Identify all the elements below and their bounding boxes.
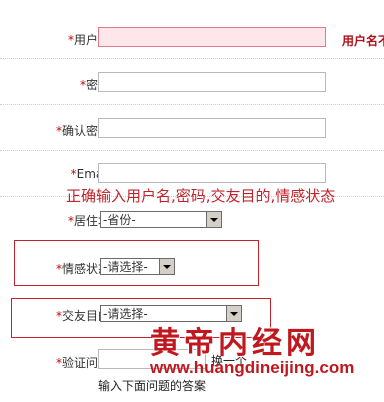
verify-question-hint: 输入下面问题的答案 [98,379,207,393]
province-select[interactable]: -省份- [100,211,222,228]
password-input[interactable] [98,72,326,92]
username-error-hint: 用户名不 [342,34,384,48]
email-input[interactable] [98,163,326,183]
province-select-value: -省份- [103,213,136,227]
row-divider [0,58,384,59]
username-input[interactable] [98,27,326,47]
annotation-text: 正确输入用户名,密码,交友目的,情感状态 [66,187,336,205]
row-divider [0,150,384,151]
emotional-status-select[interactable]: -请选择- [100,258,175,275]
row-divider [0,104,384,105]
confirm-password-input[interactable] [98,118,326,138]
watermark-logo-text: 黄帝内经网 [150,326,320,361]
chevron-down-icon[interactable] [159,259,174,274]
watermark-url: www.huangdineijing.com [150,358,355,377]
chevron-down-icon[interactable] [206,212,221,227]
emotional-status-select-value: -请选择- [103,260,148,274]
